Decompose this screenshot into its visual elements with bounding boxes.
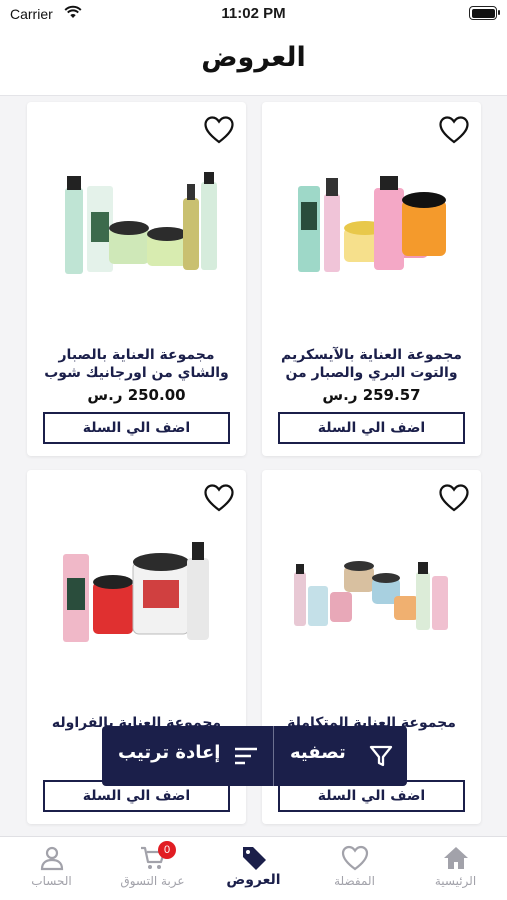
- product-price: 259.57 ر.س: [322, 386, 421, 404]
- tab-label: المفضلة: [334, 874, 375, 888]
- tab-label: الرئيسية: [434, 874, 477, 888]
- product-card[interactable]: مجموعة العناية بالصبار والشاي من اورجاني…: [27, 102, 246, 456]
- favorite-heart-icon[interactable]: [204, 484, 234, 512]
- product-price: 250.00 ر.س: [87, 386, 186, 404]
- person-icon: [40, 846, 64, 871]
- filter-sort-bar: إعادة ترتيب تصفيه: [102, 726, 407, 786]
- product-image[interactable]: [284, 536, 459, 656]
- favorite-heart-icon[interactable]: [439, 116, 469, 144]
- product-card[interactable]: مجموعة العناية بالآيسكريم والتوت البري و…: [262, 102, 481, 456]
- product-image[interactable]: [49, 536, 224, 656]
- status-bar: Carrier 11:02 PM: [0, 0, 507, 30]
- product-name[interactable]: مجموعة العناية بالصبار والشاي من اورجاني…: [41, 346, 232, 382]
- product-image[interactable]: [284, 168, 459, 288]
- heart-icon: [341, 845, 369, 871]
- filter-button[interactable]: تصفيه: [274, 726, 407, 786]
- sort-icon: [235, 747, 257, 765]
- favorite-heart-icon[interactable]: [439, 484, 469, 512]
- tab-label: العروض: [226, 872, 281, 888]
- sort-button[interactable]: إعادة ترتيب: [102, 726, 273, 786]
- battery-icon: [469, 6, 500, 20]
- favorite-heart-icon[interactable]: [204, 116, 234, 144]
- sort-label: إعادة ترتيب: [118, 742, 221, 763]
- tab-label: الحساب: [31, 874, 72, 888]
- tab-bar: الرئيسية المفضلة العروض 0 عربة التسوق ال…: [0, 836, 507, 900]
- tab-label: عربة التسوق: [120, 874, 185, 888]
- page-header: العروض: [0, 30, 507, 96]
- tab-favorites[interactable]: المفضلة: [304, 837, 405, 900]
- product-grid: مجموعة العناية بالآيسكريم والتوت البري و…: [0, 96, 507, 836]
- filter-label: تصفيه: [290, 742, 346, 763]
- home-icon: [444, 847, 468, 869]
- tab-cart[interactable]: 0 عربة التسوق: [102, 837, 203, 900]
- product-name[interactable]: مجموعة العناية بالآيسكريم والتوت البري و…: [276, 346, 467, 382]
- product-image[interactable]: [49, 168, 224, 288]
- add-to-cart-button[interactable]: اضف الي السلة: [43, 412, 230, 444]
- tag-icon: [243, 847, 266, 870]
- page-title: العروض: [201, 42, 306, 73]
- tab-home[interactable]: الرئيسية: [405, 837, 506, 900]
- status-time: 11:02 PM: [221, 5, 286, 22]
- filter-icon: [369, 745, 393, 767]
- add-to-cart-button[interactable]: اضف الي السلة: [278, 412, 465, 444]
- cart-badge: 0: [158, 841, 176, 859]
- tab-account[interactable]: الحساب: [1, 837, 102, 900]
- tab-offers[interactable]: العروض: [203, 837, 304, 900]
